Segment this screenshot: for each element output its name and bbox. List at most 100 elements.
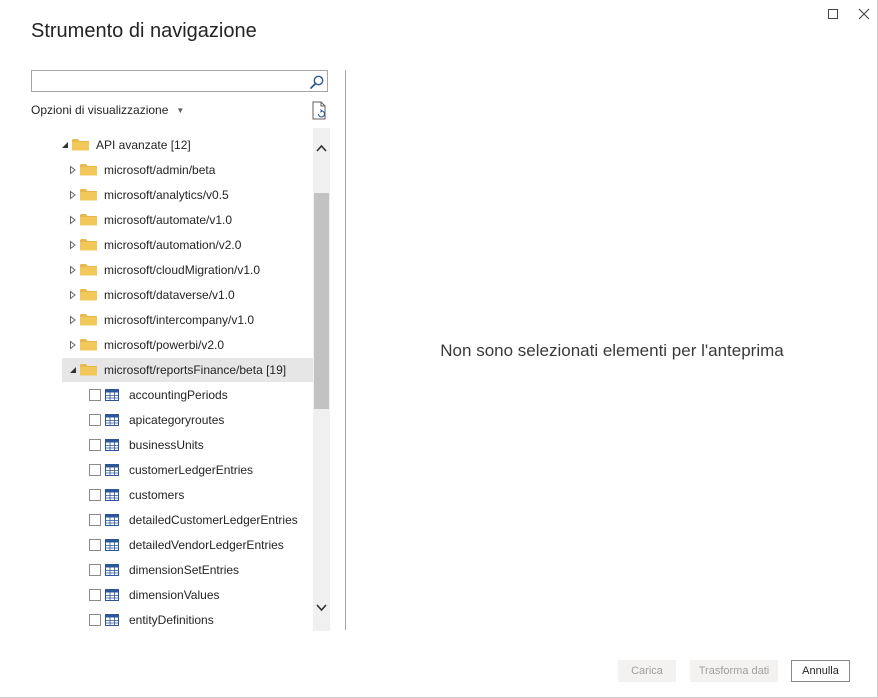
tree-folder-node[interactable]: microsoft/reportsFinance/beta [19]	[62, 358, 313, 382]
folder-icon	[80, 213, 97, 226]
navigator-tree: API avanzate [12] microsoft/admin/beta mic…	[31, 128, 313, 631]
table-icon	[105, 514, 119, 526]
collapse-arrow-icon[interactable]	[68, 240, 78, 250]
preview-empty-message: Non sono selezionati elementi per l'ante…	[440, 341, 784, 360]
table-checkbox[interactable]	[89, 614, 101, 626]
tree-node-label: microsoft/cloudMigration/v1.0	[104, 263, 261, 277]
display-options-dropdown[interactable]: Opzioni di visualizzazione ▼	[31, 103, 184, 117]
tree-folder-node[interactable]: microsoft/dataverse/v1.0	[31, 283, 313, 307]
tree-node-label: businessUnits	[129, 438, 204, 452]
table-checkbox[interactable]	[89, 414, 101, 426]
tree-root-node[interactable]: API avanzate [12]	[31, 133, 313, 157]
expand-arrow-icon[interactable]	[68, 365, 78, 375]
tree-node-label: apicategoryroutes	[129, 413, 225, 427]
tree-node-label: dimensionSetEntries	[129, 563, 240, 577]
table-icon	[105, 389, 119, 401]
chevron-down-icon: ▼	[176, 105, 185, 115]
tree-node-label: customerLedgerEntries	[129, 463, 254, 477]
dialog-title: Strumento di navigazione	[31, 20, 257, 42]
tree-node-label: detailedCustomerLedgerEntries	[129, 513, 298, 527]
tree-folder-node[interactable]: microsoft/automation/v2.0	[31, 233, 313, 257]
folder-icon	[80, 288, 97, 301]
table-checkbox[interactable]	[89, 464, 101, 476]
table-checkbox[interactable]	[89, 514, 101, 526]
tree-table-node[interactable]: customerLedgerEntries	[31, 458, 313, 482]
transform-data-button[interactable]: Trasforma dati	[690, 660, 778, 682]
tree-table-node[interactable]: businessUnits	[31, 433, 313, 457]
tree-folder-node[interactable]: microsoft/admin/beta	[31, 158, 313, 182]
collapse-arrow-icon[interactable]	[68, 190, 78, 200]
tree-folder-node[interactable]: microsoft/automate/v1.0	[31, 208, 313, 232]
table-checkbox[interactable]	[89, 539, 101, 551]
display-options-label: Opzioni di visualizzazione	[31, 103, 169, 117]
collapse-arrow-icon[interactable]	[68, 290, 78, 300]
folder-icon	[80, 263, 97, 276]
tree-node-label: entityDefinitions	[129, 613, 214, 627]
cancel-button[interactable]: Annulla	[791, 660, 850, 682]
table-icon	[105, 614, 119, 626]
tree-folder-node[interactable]: microsoft/analytics/v0.5	[31, 183, 313, 207]
tree-node-label: microsoft/automate/v1.0	[104, 213, 233, 227]
tree-table-node[interactable]: apicategoryroutes	[31, 408, 313, 432]
refresh-icon[interactable]	[311, 101, 329, 121]
folder-icon	[80, 163, 97, 176]
tree-table-node[interactable]: detailedCustomerLedgerEntries	[31, 508, 313, 532]
tree-folder-node[interactable]: microsoft/powerbi/v2.0	[31, 333, 313, 357]
table-icon	[105, 464, 119, 476]
table-icon	[105, 439, 119, 451]
folder-icon	[80, 313, 97, 326]
tree-node-label: microsoft/automation/v2.0	[104, 238, 242, 252]
folder-icon	[80, 338, 97, 351]
maximize-icon	[828, 9, 838, 19]
search-input[interactable]	[35, 73, 305, 89]
tree-node-label: accountingPeriods	[129, 388, 228, 402]
maximize-button[interactable]	[824, 5, 842, 23]
table-icon	[105, 589, 119, 601]
tree-table-node[interactable]: detailedVendorLedgerEntries	[31, 533, 313, 557]
tree-table-node[interactable]: dimensionValues	[31, 583, 313, 607]
tree-folder-node[interactable]: microsoft/intercompany/v1.0	[31, 308, 313, 332]
folder-icon	[72, 138, 89, 151]
table-icon	[105, 489, 119, 501]
tree-scrollbar[interactable]	[313, 128, 330, 631]
collapse-arrow-icon[interactable]	[68, 165, 78, 175]
tree-table-node[interactable]: customers	[31, 483, 313, 507]
tree-node-label: microsoft/admin/beta	[104, 163, 216, 177]
tree-node-label: microsoft/reportsFinance/beta [19]	[104, 363, 287, 377]
expand-arrow-icon[interactable]	[60, 140, 70, 150]
tree-node-label: dimensionValues	[129, 588, 220, 602]
scrollbar-thumb[interactable]	[314, 193, 329, 409]
chevron-up-icon[interactable]	[316, 143, 327, 154]
table-icon	[105, 564, 119, 576]
collapse-arrow-icon[interactable]	[68, 265, 78, 275]
folder-icon	[80, 363, 97, 376]
tree-node-label: microsoft/analytics/v0.5	[104, 188, 229, 202]
tree-table-node[interactable]: accountingPeriods	[31, 383, 313, 407]
search-icon[interactable]	[309, 74, 325, 90]
table-checkbox[interactable]	[89, 439, 101, 451]
collapse-arrow-icon[interactable]	[68, 215, 78, 225]
tree-node-label: microsoft/intercompany/v1.0	[104, 313, 255, 327]
table-checkbox[interactable]	[89, 489, 101, 501]
table-checkbox[interactable]	[89, 389, 101, 401]
tree-table-node[interactable]: entityDefinitions	[31, 608, 313, 631]
close-button[interactable]	[855, 5, 873, 23]
tree-folder-node[interactable]: microsoft/cloudMigration/v1.0	[31, 258, 313, 282]
table-icon	[105, 539, 119, 551]
collapse-arrow-icon[interactable]	[68, 315, 78, 325]
table-icon	[105, 414, 119, 426]
collapse-arrow-icon[interactable]	[68, 340, 78, 350]
close-icon	[858, 8, 870, 20]
chevron-down-icon[interactable]	[316, 602, 327, 613]
table-checkbox[interactable]	[89, 589, 101, 601]
tree-node-label: customers	[129, 488, 185, 502]
load-button[interactable]: Carica	[618, 660, 676, 682]
tree-node-label: microsoft/dataverse/v1.0	[104, 288, 235, 302]
tree-node-label: microsoft/powerbi/v2.0	[104, 338, 225, 352]
tree-node-label: API avanzate [12]	[96, 138, 191, 152]
table-checkbox[interactable]	[89, 564, 101, 576]
folder-icon	[80, 238, 97, 251]
search-box[interactable]	[31, 70, 328, 92]
tree-node-label: detailedVendorLedgerEntries	[129, 538, 284, 552]
tree-table-node[interactable]: dimensionSetEntries	[31, 558, 313, 582]
